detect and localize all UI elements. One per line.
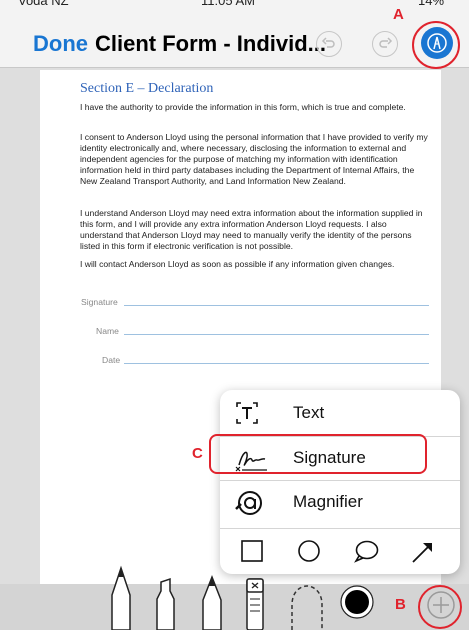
annotation-highlight-c xyxy=(209,434,427,474)
annotation-ring-a xyxy=(412,21,460,69)
carrier-label: Voda NZ xyxy=(18,0,69,8)
redo-button[interactable] xyxy=(372,31,398,57)
highlighter-icon[interactable] xyxy=(156,577,175,630)
battery-label: 14% xyxy=(418,0,445,8)
eraser-icon[interactable] xyxy=(246,578,264,630)
declaration-paragraph: I have the authority to provide the info… xyxy=(80,102,406,112)
status-time: 11:05 AM xyxy=(201,0,255,8)
annotation-label-b: B xyxy=(395,596,406,613)
color-black-icon[interactable] xyxy=(340,585,374,619)
section-heading: Section E – Declaration xyxy=(80,81,214,96)
undo-button[interactable] xyxy=(316,31,342,57)
text-box-icon xyxy=(236,402,258,424)
undo-icon xyxy=(321,37,335,48)
signature-field-line[interactable] xyxy=(124,305,429,306)
done-button[interactable]: Done xyxy=(33,31,88,57)
popover-item-label: Magnifier xyxy=(293,492,363,511)
markup-tools xyxy=(111,565,455,630)
declaration-paragraph: I consent to Anderson Lloyd using the pe… xyxy=(80,132,428,186)
add-annotation-popover: Text Signature Magnifier xyxy=(220,390,460,574)
document-title: Client Form - Individ... xyxy=(95,31,326,56)
signature-field-label: Signature xyxy=(81,297,118,307)
annotation-label-a: A xyxy=(393,6,404,23)
popover-item-text[interactable]: Text xyxy=(220,392,460,436)
date-field-label: Date xyxy=(102,355,121,365)
declaration-paragraph: I will contact Anderson Lloyd as soon as… xyxy=(80,259,395,269)
lasso-icon[interactable] xyxy=(291,585,323,630)
declaration-paragraph: I understand Anderson Lloyd may need ext… xyxy=(80,208,423,251)
pen-icon[interactable] xyxy=(111,565,131,630)
popover-item-label: Text xyxy=(293,403,325,422)
name-field-label: Name xyxy=(96,326,119,336)
popover-item-magnifier[interactable]: Magnifier xyxy=(220,480,460,524)
magnifier-icon xyxy=(235,491,262,515)
annotation-ring-b xyxy=(418,585,462,629)
pencil-icon[interactable] xyxy=(202,574,222,630)
redo-icon xyxy=(379,37,393,48)
date-field-line[interactable] xyxy=(124,363,429,364)
name-field-line[interactable] xyxy=(124,334,429,335)
annotation-label-c: C xyxy=(192,445,203,462)
